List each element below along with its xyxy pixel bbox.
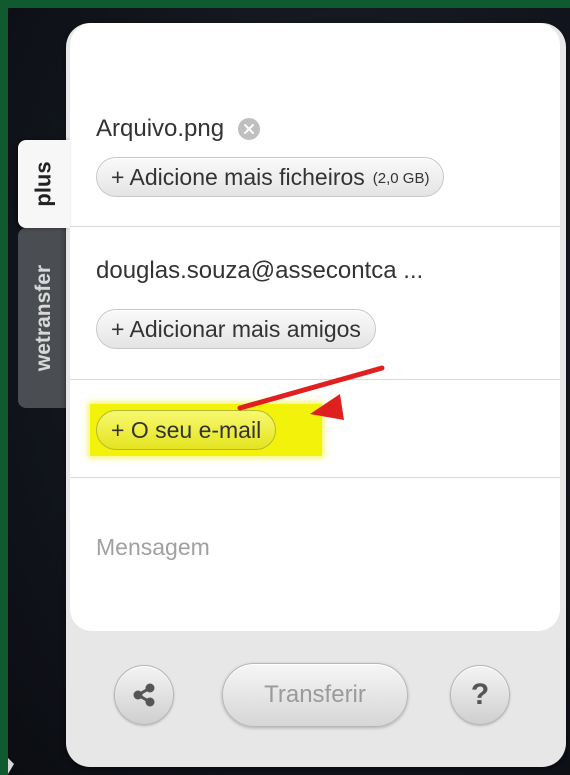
help-button[interactable]: ? bbox=[450, 665, 510, 725]
file-size-limit: (2,0 GB) bbox=[372, 170, 430, 187]
arrow-annotation bbox=[237, 365, 385, 420]
remove-file-icon[interactable] bbox=[238, 118, 261, 140]
help-icon: ? bbox=[470, 678, 490, 711]
tab-wetransfer-label: wetransfer bbox=[32, 264, 55, 372]
message-input[interactable] bbox=[96, 534, 526, 561]
file-name: Arquivo.png bbox=[96, 115, 225, 142]
tab-plus-label: plus bbox=[30, 161, 56, 207]
transfer-form: Arquivo.png + Adicione mais ficheiros (2… bbox=[70, 23, 560, 631]
add-files-button[interactable]: + Adicione mais ficheiros (2,0 GB) bbox=[96, 157, 445, 197]
message-section bbox=[70, 478, 560, 631]
transfer-label: Transferir bbox=[264, 681, 366, 708]
tab-wetransfer[interactable]: wetransfer bbox=[18, 228, 70, 408]
cursor-icon bbox=[8, 758, 14, 774]
share-icon bbox=[133, 683, 155, 707]
tab-plus[interactable]: plus bbox=[18, 140, 70, 228]
your-email-label: + O seu e-mail bbox=[111, 416, 262, 443]
recipient-email[interactable]: douglas.souza@assecontca ... bbox=[96, 257, 423, 285]
files-section: Arquivo.png + Adicione mais ficheiros (2… bbox=[70, 23, 560, 227]
transfer-button[interactable]: Transferir bbox=[222, 663, 408, 727]
share-button[interactable] bbox=[114, 665, 174, 725]
add-files-label: + Adicione mais ficheiros bbox=[111, 163, 365, 190]
file-item: Arquivo.png bbox=[96, 115, 261, 143]
